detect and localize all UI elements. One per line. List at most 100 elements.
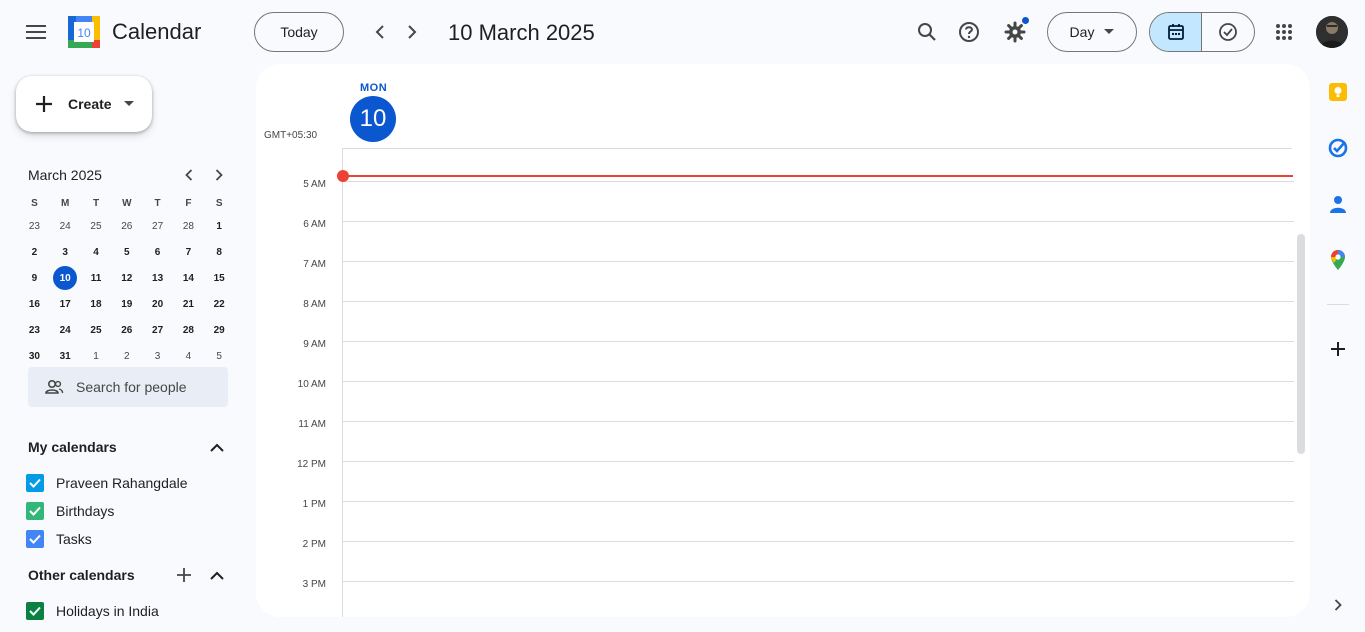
mini-calendar-day[interactable]: 9 — [19, 265, 50, 291]
calendar-checkbox[interactable] — [26, 530, 44, 548]
mini-calendar-day[interactable]: 3 — [50, 239, 81, 265]
create-label: Create — [68, 96, 112, 112]
mini-calendar-day[interactable]: 23 — [19, 213, 50, 239]
mini-calendar-day[interactable]: 30 — [19, 343, 50, 369]
calendar-label: Birthdays — [56, 503, 115, 519]
tasks-view-toggle[interactable] — [1202, 13, 1254, 51]
side-panel-divider — [1327, 304, 1349, 305]
contacts-button[interactable] — [1326, 192, 1350, 216]
search-people-placeholder: Search for people — [76, 379, 187, 395]
show-side-panel-button[interactable] — [1326, 593, 1350, 617]
mini-calendar-day[interactable]: 2 — [19, 239, 50, 265]
mini-calendar-day[interactable]: 27 — [142, 213, 173, 239]
settings-button[interactable] — [995, 12, 1035, 52]
get-add-ons-button[interactable] — [1326, 337, 1350, 361]
mini-calendar-day[interactable]: 5 — [111, 239, 142, 265]
mini-calendar-day[interactable]: 7 — [173, 239, 204, 265]
account-avatar[interactable] — [1316, 16, 1348, 48]
day-number: 2 — [31, 246, 38, 258]
day-number: 1 — [93, 350, 99, 362]
mini-calendar-day[interactable]: 31 — [50, 343, 81, 369]
create-button[interactable]: Create — [16, 76, 152, 132]
mini-calendar-grid: S M T W T F S 23 24 25 26 27 28 1 2 3 4 5 6 7 8 9 10 11 12 13 14 15… — [19, 193, 235, 369]
mini-calendar-day[interactable]: 17 — [50, 291, 81, 317]
mini-calendar-day[interactable]: 16 — [19, 291, 50, 317]
mini-calendar-day[interactable]: 19 — [111, 291, 142, 317]
mini-calendar-day[interactable]: 26 — [111, 317, 142, 343]
calendar-checkbox[interactable] — [26, 502, 44, 520]
mini-calendar-day[interactable]: 8 — [204, 239, 235, 265]
mini-calendar-day[interactable]: 13 — [142, 265, 173, 291]
mini-calendar-day[interactable]: 22 — [204, 291, 235, 317]
tasks-button[interactable] — [1326, 136, 1350, 160]
calendar-checkbox[interactable] — [26, 602, 44, 620]
calendar-item[interactable]: Tasks — [26, 525, 92, 553]
mini-calendar-day[interactable]: 14 — [173, 265, 204, 291]
mini-calendar-day[interactable]: 4 — [173, 343, 204, 369]
hour-label: 9 AM — [303, 339, 326, 350]
keep-button[interactable] — [1326, 80, 1350, 104]
mini-calendar-next-month[interactable] — [209, 165, 229, 185]
checkmark-icon — [29, 534, 41, 544]
other-calendars-title[interactable]: Other calendars — [28, 567, 135, 583]
vertical-scrollbar[interactable] — [1297, 234, 1305, 454]
mini-calendar-day[interactable]: 18 — [81, 291, 112, 317]
my-calendars-title[interactable]: My calendars — [28, 439, 117, 455]
day-number: 20 — [152, 298, 164, 310]
add-other-calendar-button[interactable] — [172, 563, 196, 587]
day-of-week-label[interactable]: MON — [360, 82, 387, 94]
day-number-button[interactable]: 10 — [350, 96, 396, 142]
mini-calendar-selected-day[interactable]: 10 — [50, 265, 81, 291]
mini-calendar-day[interactable]: 20 — [142, 291, 173, 317]
calendar-view-toggle[interactable] — [1150, 13, 1203, 51]
mini-calendar-previous-month[interactable] — [179, 165, 199, 185]
calendar-item[interactable]: Holidays in India — [26, 597, 159, 625]
mini-calendar-day[interactable]: 3 — [142, 343, 173, 369]
chevron-left-icon — [185, 169, 193, 181]
mini-calendar-day[interactable]: 11 — [81, 265, 112, 291]
day-number: 31 — [59, 350, 71, 362]
mini-calendar-day[interactable]: 1 — [81, 343, 112, 369]
collapse-other-calendars-button[interactable] — [205, 563, 229, 587]
calendar-checkbox[interactable] — [26, 474, 44, 492]
help-button[interactable] — [949, 12, 989, 52]
day-number: 19 — [121, 298, 133, 310]
mini-calendar-day[interactable]: 25 — [81, 213, 112, 239]
today-button[interactable]: Today — [254, 12, 344, 52]
mini-calendar-day[interactable]: 24 — [50, 213, 81, 239]
next-day-button[interactable] — [396, 16, 428, 48]
mini-calendar-day[interactable]: 24 — [50, 317, 81, 343]
previous-day-button[interactable] — [364, 16, 396, 48]
mini-calendar-day[interactable]: 6 — [142, 239, 173, 265]
google-apps-button[interactable] — [1264, 12, 1304, 52]
mini-calendar-day[interactable]: 12 — [111, 265, 142, 291]
mini-calendar-day[interactable]: 25 — [81, 317, 112, 343]
mini-calendar-day[interactable]: 28 — [173, 317, 204, 343]
mini-calendar-day[interactable]: 23 — [19, 317, 50, 343]
mini-calendar-day[interactable]: 15 — [204, 265, 235, 291]
mini-calendar-day[interactable]: 26 — [111, 213, 142, 239]
calendar-item[interactable]: Praveen Rahangdale — [26, 469, 188, 497]
mini-calendar-day[interactable]: 1 — [204, 213, 235, 239]
maps-button[interactable] — [1326, 248, 1350, 272]
mini-calendar-day[interactable]: 21 — [173, 291, 204, 317]
day-number: 2 — [124, 350, 130, 362]
mini-calendar-day[interactable]: 28 — [173, 213, 204, 239]
mini-calendar-day[interactable]: 27 — [142, 317, 173, 343]
app-title[interactable]: Calendar — [112, 19, 201, 45]
mini-calendar-day[interactable]: 4 — [81, 239, 112, 265]
view-switcher-dropdown[interactable]: Day — [1047, 12, 1137, 52]
main-menu-button[interactable] — [16, 12, 56, 52]
hour-gridline — [342, 181, 1294, 182]
hour-label: 7 AM — [303, 259, 326, 270]
mini-calendar-day[interactable]: 2 — [111, 343, 142, 369]
calendar-logo-icon[interactable]: 10 — [68, 16, 100, 48]
search-button[interactable] — [907, 12, 947, 52]
mini-calendar-day[interactable]: 5 — [204, 343, 235, 369]
weekday-header: M — [61, 197, 70, 209]
calendar-item[interactable]: Birthdays — [26, 497, 114, 525]
collapse-my-calendars-button[interactable] — [205, 435, 229, 459]
search-people-input[interactable]: Search for people — [28, 367, 228, 407]
mini-calendar-day[interactable]: 29 — [204, 317, 235, 343]
day-number: 26 — [121, 324, 133, 336]
